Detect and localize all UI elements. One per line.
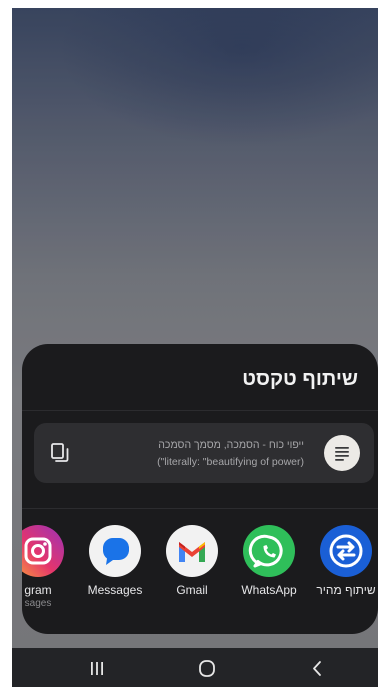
preview-text-line-1: ייפוי כוח - הסמכה, מסמך הסמכה (158, 439, 304, 451)
back-button[interactable] (302, 656, 332, 680)
recents-icon (91, 662, 103, 675)
home-button[interactable] (192, 656, 222, 680)
text-document-icon (324, 435, 360, 471)
app-label: gram (24, 583, 52, 597)
home-icon (199, 660, 215, 677)
share-target-whatsapp[interactable]: WhatsApp (234, 525, 304, 597)
copy-icon (51, 443, 69, 462)
share-target-quick-share[interactable]: שיתוף מהיר (311, 525, 378, 597)
messages-icon (89, 525, 141, 577)
navigation-bar (12, 648, 378, 687)
app-label: Gmail (176, 583, 208, 597)
shared-text-preview: ייפוי כוח - הסמכה, מסמך הסמכה ("literall… (34, 423, 374, 483)
app-sublabel: sages (24, 598, 52, 609)
whatsapp-icon (243, 525, 295, 577)
quick-share-icon (320, 525, 372, 577)
copy-button[interactable] (48, 441, 72, 465)
share-target-messages[interactable]: Messages (80, 525, 150, 597)
instagram-icon (22, 525, 64, 577)
share-target-gmail[interactable]: Gmail (157, 525, 227, 597)
divider (22, 410, 378, 411)
app-label: WhatsApp (241, 583, 297, 597)
preview-text-line-2: ("literally: "beautifying of power) (157, 456, 304, 468)
share-target-instagram[interactable]: gram sages (22, 525, 73, 609)
gmail-icon (166, 525, 218, 577)
share-sheet: שיתוף טקסט ייפוי כוח - הסמכה, מסמך הסמכה… (22, 344, 378, 634)
app-label: שיתוף מהיר (316, 583, 376, 597)
app-label: Messages (87, 583, 143, 597)
recents-button[interactable] (82, 656, 112, 680)
share-sheet-title: שיתוף טקסט (242, 368, 358, 390)
phone-screen: שיתוף טקסט ייפוי כוח - הסמכה, מסמך הסמכה… (12, 8, 378, 687)
back-icon (313, 661, 321, 676)
divider (22, 508, 378, 509)
